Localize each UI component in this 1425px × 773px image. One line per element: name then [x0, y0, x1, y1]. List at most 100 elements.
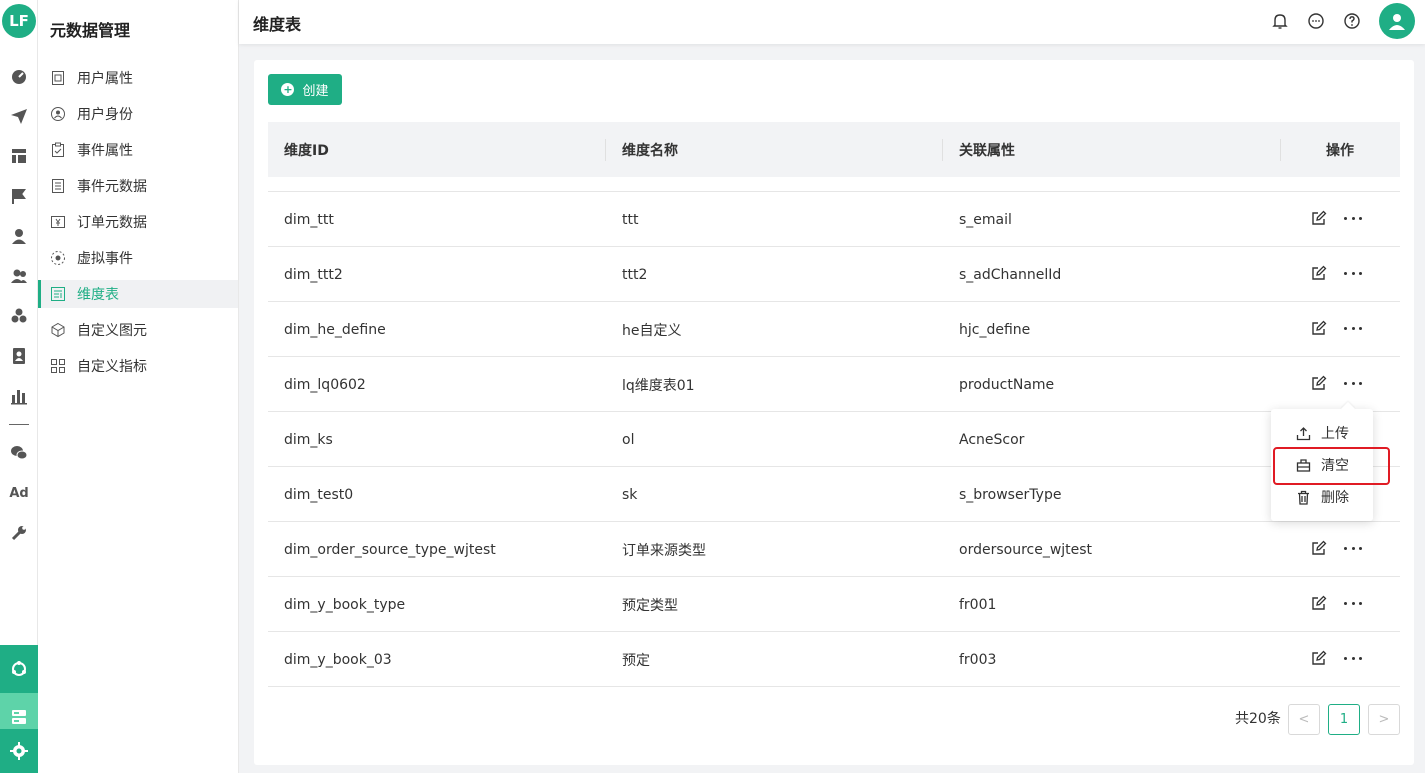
column-header-id: 维度ID [284, 142, 329, 159]
sidebar-title: 元数据管理 [50, 21, 131, 40]
edit-icon[interactable] [1311, 210, 1327, 226]
edit-icon[interactable] [1311, 595, 1327, 611]
cell-dimension-id: dim_y_book_type [284, 596, 406, 613]
cell-dimension-id: dim_ks [284, 431, 333, 448]
cell-related-attribute: s_adChannelId [959, 266, 1062, 283]
wechat-icon[interactable] [8, 442, 30, 464]
bar-chart-icon[interactable] [8, 385, 30, 407]
sidebar-item-label: 虚拟事件 [77, 251, 133, 267]
table-row: dim_lq0602 lq维度表01 productName [268, 357, 1400, 412]
analytics-hub-icon[interactable] [0, 645, 38, 693]
sidebar-item-virtual-event[interactable]: 虚拟事件 [38, 244, 238, 272]
bell-icon[interactable] [1270, 11, 1290, 31]
dashboard-icon[interactable] [8, 65, 30, 87]
help-icon[interactable] [1342, 11, 1362, 31]
cell-dimension-id: dim_y_book_03 [284, 651, 392, 668]
sidebar-item-label: 自定义图元 [77, 323, 147, 339]
custom-metric-icon [51, 359, 65, 373]
dimension-table-icon [51, 287, 65, 301]
menu-item-upload[interactable]: 上传 [1271, 417, 1373, 449]
edit-icon[interactable] [1311, 540, 1327, 556]
table-header: 维度ID 维度名称 关联属性 操作 [268, 122, 1400, 177]
edit-icon[interactable] [1311, 650, 1327, 666]
more-icon[interactable] [1344, 210, 1362, 226]
user-icon[interactable] [8, 225, 30, 247]
cluster-icon[interactable] [8, 305, 30, 327]
app-logo[interactable]: LF [2, 4, 36, 38]
more-icon[interactable] [1344, 375, 1362, 391]
table-row: dim_order_source_type_wjtest 订单来源类型 orders… [268, 522, 1400, 577]
more-icon[interactable] [1344, 320, 1362, 336]
virtual-event-icon [51, 251, 65, 265]
column-header-actions: 操作 [1326, 142, 1354, 159]
sidebar-item-custom-element[interactable]: 自定义图元 [38, 316, 238, 344]
cell-related-attribute: ordersource_wjtest [959, 541, 1093, 558]
pagination-next-button[interactable]: > [1368, 704, 1400, 735]
cell-related-attribute: productName [959, 376, 1055, 393]
cell-related-attribute: s_browserType [959, 486, 1062, 503]
flag-icon[interactable] [8, 185, 30, 207]
more-icon[interactable] [1344, 650, 1362, 666]
edit-icon[interactable] [1311, 265, 1327, 281]
sidebar-item-custom-metric[interactable]: 自定义指标 [38, 352, 238, 380]
sidebar-item-event-metadata[interactable]: 事件元数据 [38, 172, 238, 200]
profile-card-icon[interactable] [8, 345, 30, 367]
sidebar-item-user-attribute[interactable]: 用户属性 [38, 64, 238, 92]
sidebar-item-user-identity[interactable]: 用户身份 [38, 100, 238, 128]
rail-divider [9, 424, 29, 425]
create-button-label: 创建 [302, 84, 329, 99]
edit-icon[interactable] [1311, 375, 1327, 391]
cell-related-attribute: fr003 [959, 651, 997, 668]
wrench-icon[interactable] [8, 522, 30, 544]
top-bar: 维度表 [239, 0, 1425, 44]
more-icon[interactable] [1344, 595, 1362, 611]
icon-rail: LF Ad [0, 0, 38, 773]
cell-dimension-name: ol [622, 431, 635, 448]
highlight-box [1273, 447, 1390, 485]
user-avatar[interactable] [1379, 3, 1415, 39]
more-icon[interactable] [1344, 540, 1362, 556]
table-row: dim_ttt2 ttt2 s_adChannelId [268, 247, 1400, 302]
sidebar-item-label: 事件元数据 [77, 179, 147, 195]
cell-related-attribute: AcneScor [959, 431, 1025, 448]
create-button[interactable]: + 创建 [268, 74, 342, 105]
users-icon[interactable] [8, 265, 30, 287]
cell-related-attribute: s_email [959, 211, 1012, 228]
column-divider [942, 139, 943, 161]
metadata-sidebar: 元数据管理 用户属性 用户身份 事件属性 事件元数据 订单元数据 虚拟事件 维度… [38, 0, 239, 773]
edit-icon[interactable] [1311, 320, 1327, 336]
cell-dimension-id: dim_ttt [284, 211, 334, 228]
cell-dimension-name: ttt2 [622, 266, 648, 283]
cell-dimension-id: dim_test0 [284, 486, 354, 503]
table-row: dim_y_book_03 预定 fr003 [268, 632, 1400, 687]
more-icon[interactable] [1344, 265, 1362, 281]
cell-dimension-name: 订单来源类型 [622, 542, 706, 559]
sidebar-item-dimension-table[interactable]: 维度表 [38, 280, 238, 308]
layout-icon[interactable] [8, 145, 30, 167]
menu-item-delete[interactable]: 删除 [1271, 481, 1373, 513]
message-icon[interactable] [1306, 11, 1326, 31]
cell-dimension-id: dim_he_define [284, 321, 386, 338]
order-metadata-icon [51, 216, 65, 228]
table-row: dim_ttt ttt s_email [268, 192, 1400, 247]
cell-dimension-name: 预定 [622, 652, 650, 669]
menu-item-label: 删除 [1321, 490, 1349, 506]
cell-dimension-id: dim_order_source_type_wjtest [284, 541, 496, 558]
user-identity-icon [51, 107, 65, 121]
sidebar-item-label: 用户身份 [77, 107, 133, 123]
sidebar-item-order-metadata[interactable]: 订单元数据 [38, 208, 238, 236]
pagination-prev-button[interactable]: < [1288, 704, 1320, 735]
cell-dimension-name: sk [622, 486, 638, 503]
send-icon[interactable] [8, 105, 30, 127]
sidebar-item-label: 订单元数据 [77, 215, 147, 231]
column-divider [1280, 139, 1281, 161]
sidebar-item-event-attribute[interactable]: 事件属性 [38, 136, 238, 164]
sidebar-item-label: 自定义指标 [77, 359, 147, 375]
settings-gear-icon[interactable] [0, 729, 38, 773]
table-row: dim_y_book_type 预定类型 fr001 [268, 577, 1400, 632]
plus-circle-icon: + [281, 83, 295, 96]
cell-dimension-name: lq维度表01 [622, 377, 695, 394]
ad-icon[interactable]: Ad [8, 482, 30, 504]
cell-dimension-name: ttt [622, 211, 639, 228]
pagination-page-button[interactable]: 1 [1328, 704, 1360, 735]
